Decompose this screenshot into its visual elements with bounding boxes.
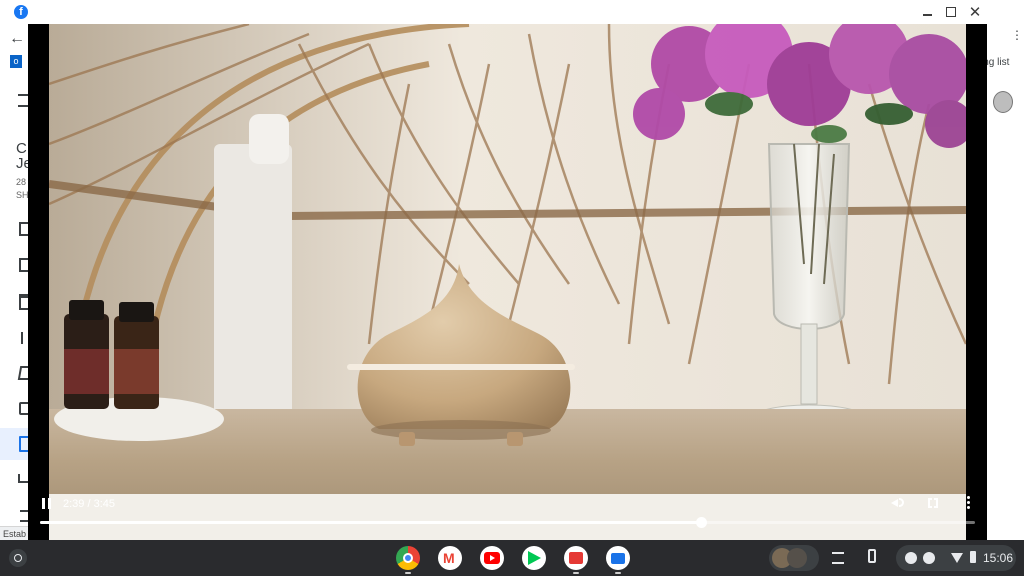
play-store-icon	[528, 551, 541, 565]
screencast-app[interactable]	[564, 546, 588, 570]
reading-list-label[interactable]: ing list	[987, 57, 1009, 68]
close-button[interactable]: ✕	[966, 3, 984, 21]
files-running-indicator	[615, 572, 621, 574]
minimize-icon	[922, 14, 932, 16]
more-icon[interactable]: ⋮	[1011, 28, 1023, 42]
play-store-app[interactable]	[522, 546, 546, 570]
volume-button[interactable]	[891, 496, 905, 510]
seek-bar-progress	[40, 521, 702, 524]
gmail-icon: M	[443, 550, 455, 566]
recent-file-thumbnail-2	[787, 548, 807, 568]
video-frame	[49, 24, 966, 540]
screencast-running-indicator	[573, 572, 579, 574]
launcher-icon	[14, 554, 22, 562]
fullscreen-button[interactable]	[928, 498, 938, 508]
fullscreen-icon	[928, 498, 938, 508]
playlist-icon	[832, 552, 844, 564]
pause-icon	[42, 498, 45, 509]
maximize-button[interactable]	[942, 3, 960, 21]
outlook-icon[interactable]: o	[10, 55, 22, 68]
phone-hub-button[interactable]	[866, 549, 880, 567]
files-app[interactable]	[606, 546, 630, 570]
pause-button[interactable]	[42, 498, 54, 510]
clock: 15:06	[983, 551, 1014, 565]
youtube-app[interactable]	[480, 546, 504, 570]
video-player[interactable]: 2:39 / 3:45	[28, 24, 987, 540]
gmail-app[interactable]: M	[438, 546, 462, 570]
files-icon	[611, 553, 625, 564]
close-icon: ✕	[968, 4, 982, 21]
notification-icon	[905, 552, 917, 564]
seek-bar[interactable]	[40, 517, 975, 528]
screencast-icon	[569, 552, 583, 564]
more-vert-icon	[967, 496, 970, 499]
seek-bar-handle[interactable]	[696, 517, 708, 528]
minimize-button[interactable]	[918, 3, 936, 21]
status-bar-text: Estab	[0, 526, 30, 540]
wifi-icon	[951, 553, 963, 563]
more-options-button[interactable]	[966, 496, 972, 510]
chrome-icon	[403, 553, 413, 563]
phone-icon	[868, 549, 876, 563]
time-display: 2:39 / 3:45	[63, 498, 115, 510]
background-page-left: ← o C Je 28 SH Estab	[0, 24, 34, 544]
background-page-right: ⋮ ing list	[987, 24, 1024, 540]
chrome-running-indicator	[405, 572, 411, 574]
menu-icon[interactable]	[18, 94, 28, 107]
maximize-icon	[946, 7, 956, 17]
battery-icon	[970, 551, 976, 563]
volume-icon	[891, 499, 898, 507]
launcher-button[interactable]	[9, 549, 27, 567]
profile-avatar[interactable]	[993, 91, 1013, 113]
list-icon[interactable]	[20, 510, 28, 522]
facebook-icon: f	[14, 5, 28, 19]
notification-icon-2	[923, 552, 935, 564]
window-titlebar: f ✕	[0, 0, 1024, 25]
holding-space-tray[interactable]	[769, 545, 819, 571]
status-area[interactable]: 15:06	[896, 545, 1016, 571]
playlist-button[interactable]	[832, 550, 846, 564]
back-arrow-icon[interactable]: ←	[9, 30, 25, 48]
shelf: M 15:06	[0, 540, 1024, 576]
chrome-app[interactable]	[396, 546, 420, 570]
